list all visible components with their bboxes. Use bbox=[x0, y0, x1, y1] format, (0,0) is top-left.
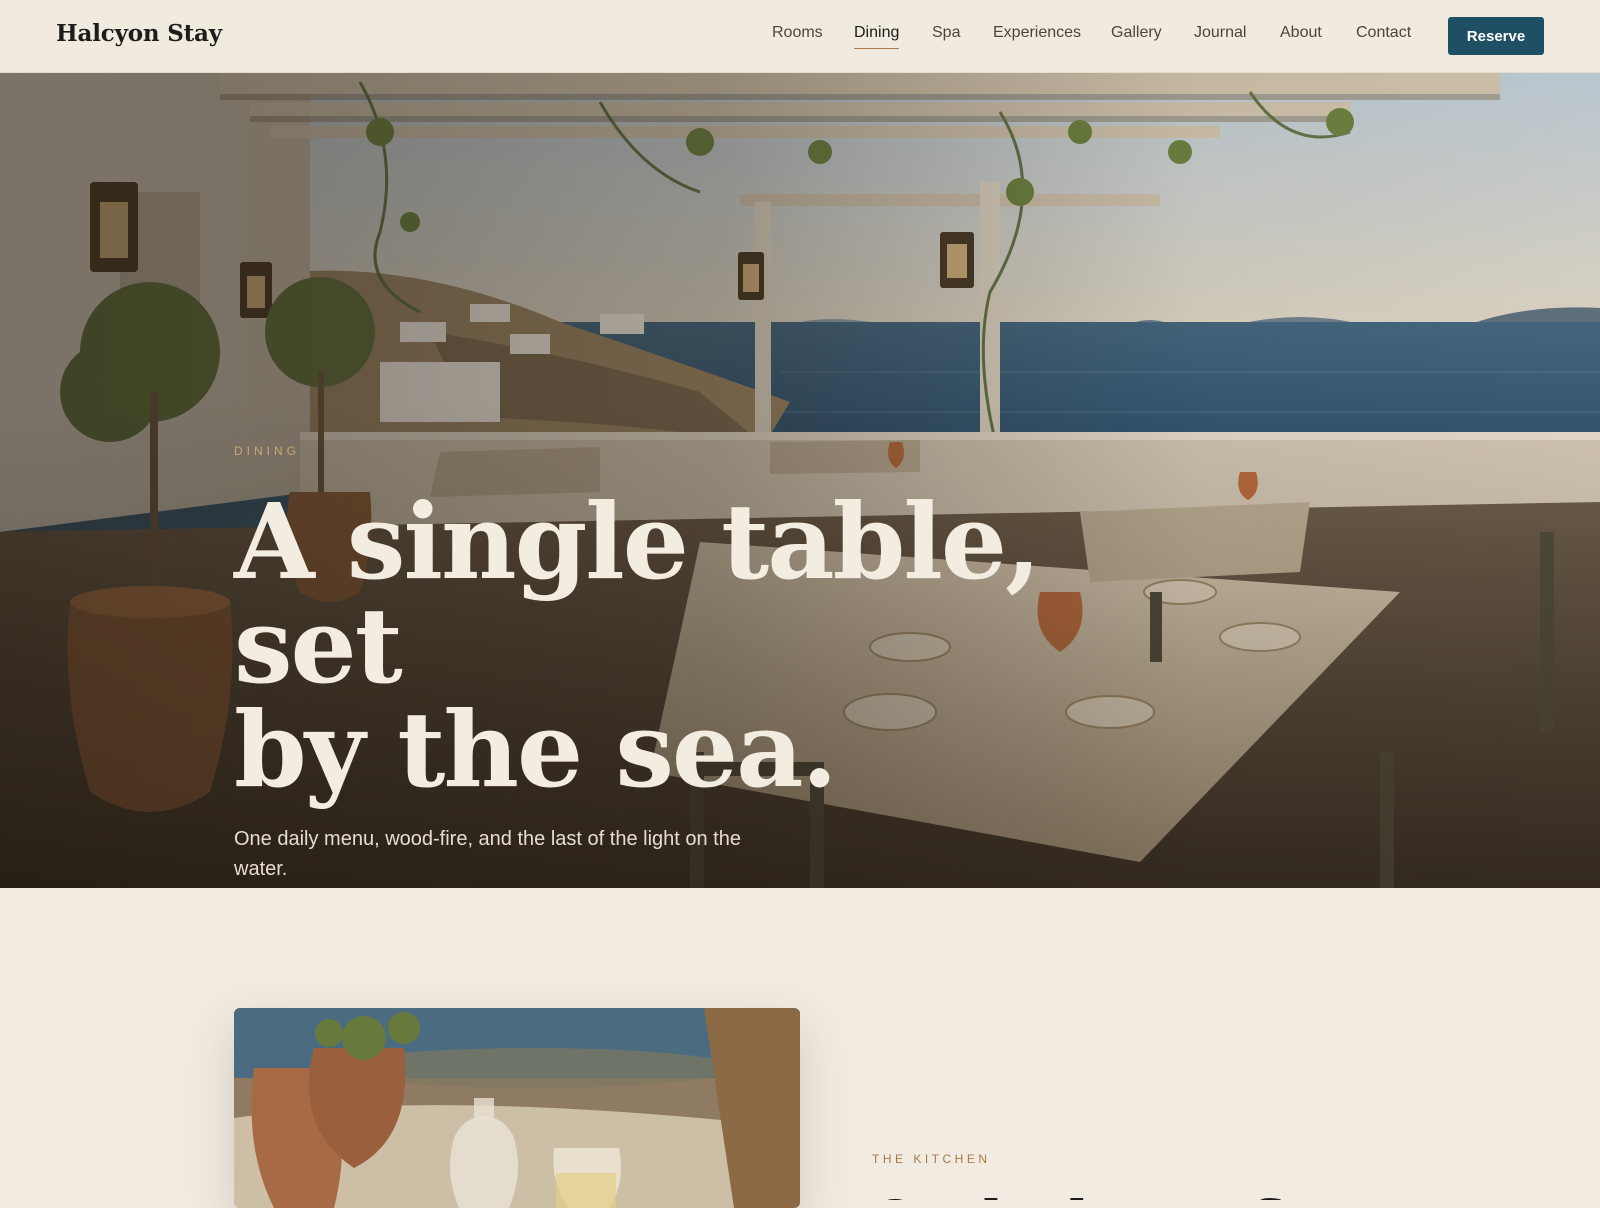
nav-item-label: Dining bbox=[854, 24, 900, 41]
hero-subtitle: One daily menu, wood-fire, and the last … bbox=[234, 828, 741, 880]
hero-title: A single table, set by the sea. bbox=[234, 490, 1134, 802]
kitchen-heading: Cooked over fire bbox=[872, 1190, 1348, 1200]
hero-title-line: A single table, set bbox=[234, 480, 1041, 707]
nav-item-rooms[interactable]: Rooms bbox=[772, 24, 823, 42]
hero-section: DINING A single table, set by the sea. O… bbox=[0, 72, 1600, 888]
nav-item-gallery[interactable]: Gallery bbox=[1111, 24, 1162, 42]
kitchen-heading-area: Cooked over fire bbox=[872, 1180, 1472, 1200]
hero-content: DINING A single table, set by the sea. O… bbox=[234, 444, 1134, 888]
main-nav: Rooms Dining Spa Experiences Gallery Jou… bbox=[0, 22, 1600, 52]
nav-item-contact[interactable]: Contact bbox=[1356, 24, 1411, 42]
nav-item-experiences[interactable]: Experiences bbox=[993, 24, 1081, 42]
nav-item-spa[interactable]: Spa bbox=[932, 24, 960, 42]
nav-item-about[interactable]: About bbox=[1280, 24, 1322, 42]
nav-item-journal[interactable]: Journal bbox=[1194, 24, 1246, 42]
reserve-button[interactable]: Reserve bbox=[1448, 17, 1544, 55]
site-header: Halcyon Stay Rooms Dining Spa Experience… bbox=[0, 0, 1600, 73]
active-nav-indicator bbox=[854, 48, 900, 49]
kitchen-eyebrow: THE KITCHEN bbox=[872, 1152, 991, 1166]
kitchen-image bbox=[234, 1008, 800, 1208]
nav-item-dining[interactable]: Dining bbox=[854, 24, 900, 49]
hero-eyebrow: DINING bbox=[234, 444, 300, 458]
hero-title-line: by the sea. bbox=[234, 688, 838, 811]
